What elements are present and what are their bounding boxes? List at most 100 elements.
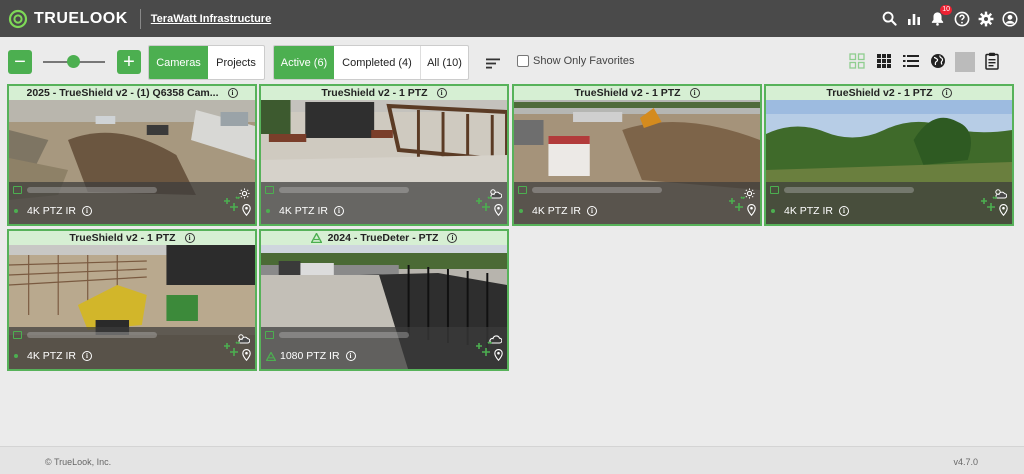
camera-model-row: 1080 PTZ IR i (266, 350, 356, 362)
sparkle-icon (473, 340, 493, 363)
status-dot (771, 209, 775, 213)
favorites-checkbox[interactable] (517, 55, 529, 67)
info-icon[interactable]: i (436, 88, 447, 98)
status-dot (266, 209, 270, 213)
camera-title-bar: TrueShield v2 - 1 PTZ i (766, 86, 1012, 100)
info-icon[interactable]: i (82, 206, 93, 216)
sparkle-icon (473, 195, 493, 218)
camera-status-icon (770, 186, 779, 194)
tab-active[interactable]: Active (6) (274, 46, 334, 79)
camera-status-icon (265, 331, 274, 339)
account-icon[interactable] (1001, 10, 1018, 27)
location-pin-icon[interactable] (242, 203, 251, 221)
location-pin-icon[interactable] (999, 203, 1008, 221)
view-switcher (847, 51, 1002, 72)
camera-model: 1080 PTZ IR (280, 350, 340, 362)
favorites-filter[interactable]: Show Only Favorites (517, 55, 634, 67)
camera-title: 2025 - TrueShield v2 - (1) Q6358 Cam... (26, 87, 219, 99)
camera-title: TrueShield v2 - 1 PTZ (321, 87, 428, 99)
camera-overlay: 4K PTZ IR i (9, 182, 255, 224)
blurred-location (27, 332, 157, 338)
info-icon[interactable]: i (447, 233, 458, 243)
sparkle-icon (726, 195, 746, 218)
table-grid-icon[interactable] (874, 51, 894, 71)
top-bar: TRUELOOK TeraWatt Infrastructure 10 (0, 0, 1024, 37)
camera-tile[interactable]: TrueShield v2 - 1 PTZ i 4K PTZ IR i (764, 84, 1014, 226)
blurred-location (27, 187, 157, 193)
brand-name: TRUELOOK (34, 9, 128, 27)
view-divider (955, 52, 975, 72)
tab-projects[interactable]: Projects (208, 46, 264, 79)
version: v4.7.0 (953, 457, 978, 467)
help-icon[interactable] (953, 10, 970, 27)
sort-icon[interactable] (486, 56, 500, 74)
camera-model: 4K PTZ IR (784, 205, 834, 217)
camera-overlay: 4K PTZ IR i (766, 182, 1012, 224)
tab-cameras[interactable]: Cameras (149, 46, 208, 79)
notification-badge: 10 (940, 5, 952, 15)
toolbar: − + Cameras Projects Active (6) Complete… (0, 44, 1024, 80)
view-tabs: Cameras Projects (148, 45, 265, 80)
camera-model: 4K PTZ IR (532, 205, 582, 217)
gear-icon[interactable] (977, 10, 994, 27)
globe-icon[interactable] (928, 51, 948, 71)
header-actions: 10 (881, 0, 1018, 37)
blurred-location (279, 332, 409, 338)
info-icon[interactable]: i (227, 88, 238, 98)
list-icon[interactable] (901, 51, 921, 71)
zoom-in-button[interactable]: + (117, 50, 141, 74)
camera-title-bar: TrueShield v2 - 1 PTZ i (9, 231, 255, 245)
camera-title-bar: TrueShield v2 - 1 PTZ i (514, 86, 760, 100)
bell-icon[interactable]: 10 (929, 5, 952, 27)
location-pin-icon[interactable] (494, 348, 503, 366)
camera-title: TrueShield v2 - 1 PTZ (69, 232, 176, 244)
truelook-logo[interactable]: TRUELOOK (8, 9, 128, 29)
sparkle-icon (978, 195, 998, 218)
location-pin-icon[interactable] (747, 203, 756, 221)
info-icon[interactable]: i (334, 206, 345, 216)
info-icon[interactable]: i (184, 233, 195, 243)
info-icon[interactable]: i (345, 351, 356, 361)
tile-grid-icon[interactable] (847, 51, 867, 71)
info-icon[interactable]: i (941, 88, 952, 98)
sparkle-icon (221, 340, 241, 363)
tab-completed[interactable]: Completed (4) (334, 46, 420, 79)
project-link[interactable]: TeraWatt Infrastructure (151, 13, 271, 25)
tab-all[interactable]: All (10) (420, 46, 468, 79)
camera-tile[interactable]: TrueShield v2 - 1 PTZ i 4K PTZ IR i (259, 84, 509, 226)
camera-tile[interactable]: TrueShield v2 - 1 PTZ i 4K PTZ IR i (7, 229, 257, 371)
camera-model-row: 4K PTZ IR i (14, 205, 93, 217)
camera-tile[interactable]: 2025 - TrueShield v2 - (1) Q6358 Cam... i… (7, 84, 257, 226)
camera-overlay: 4K PTZ IR i (514, 182, 760, 224)
footer: © TrueLook, Inc. v4.7.0 (0, 446, 1024, 474)
sparkle-icon (221, 195, 241, 218)
camera-model-row: 4K PTZ IR i (266, 205, 345, 217)
truedeter-icon (310, 233, 322, 243)
camera-model-row: 4K PTZ IR i (771, 205, 850, 217)
camera-model-row: 4K PTZ IR i (14, 350, 93, 362)
camera-model: 4K PTZ IR (279, 205, 329, 217)
status-dot (519, 209, 523, 213)
camera-model-row: 4K PTZ IR i (519, 205, 598, 217)
info-icon[interactable]: i (839, 206, 850, 216)
location-pin-icon[interactable] (494, 203, 503, 221)
zoom-slider-thumb[interactable] (67, 55, 80, 68)
search-icon[interactable] (881, 10, 898, 27)
location-pin-icon[interactable] (242, 348, 251, 366)
bar-chart-icon[interactable] (905, 10, 922, 27)
camera-overlay: 4K PTZ IR i (261, 182, 507, 224)
camera-model: 4K PTZ IR (27, 350, 77, 362)
camera-tile[interactable]: 2024 - TrueDeter - PTZ i 1080 PTZ IR i (259, 229, 509, 371)
camera-tile[interactable]: TrueShield v2 - 1 PTZ i 4K PTZ IR i (512, 84, 762, 226)
header-divider (139, 8, 141, 29)
info-icon[interactable]: i (689, 88, 700, 98)
camera-title: TrueShield v2 - 1 PTZ (574, 87, 681, 99)
info-icon[interactable]: i (82, 351, 93, 361)
zoom-out-button[interactable]: − (8, 50, 32, 74)
info-icon[interactable]: i (587, 206, 598, 216)
camera-title: TrueShield v2 - 1 PTZ (826, 87, 933, 99)
logo-mark-icon (8, 9, 28, 28)
blurred-location (532, 187, 662, 193)
camera-title: 2024 - TrueDeter - PTZ (327, 232, 439, 244)
clipboard-icon[interactable] (982, 51, 1002, 71)
